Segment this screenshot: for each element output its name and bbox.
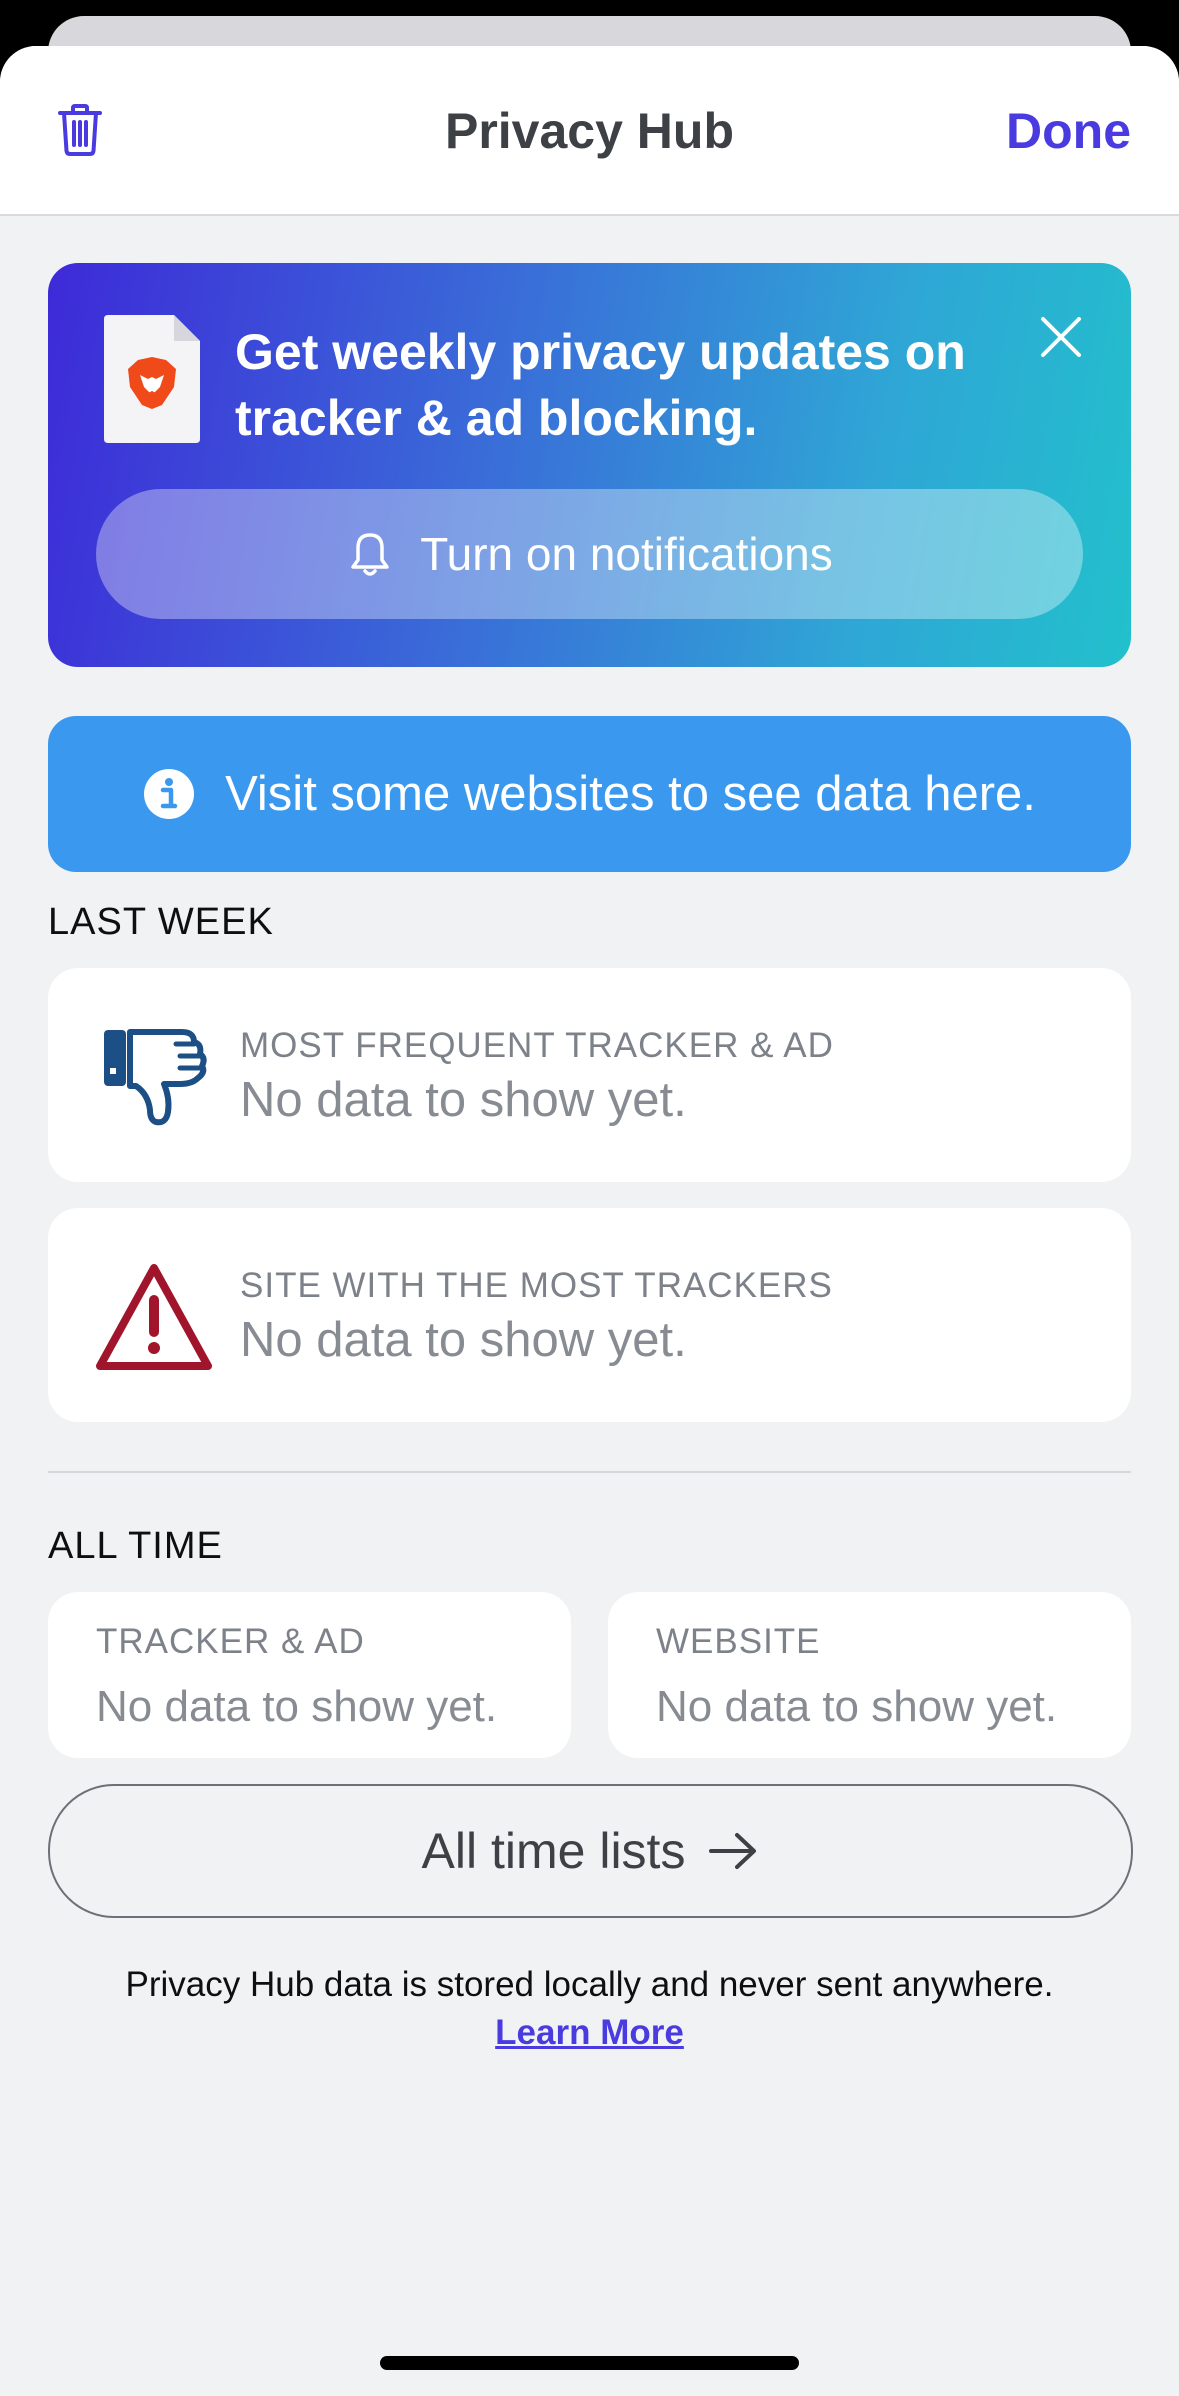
info-icon bbox=[144, 769, 195, 819]
info-banner-text: Visit some websites to see data here. bbox=[225, 767, 1036, 821]
notify-button-label: Turn on notifications bbox=[420, 528, 833, 580]
turn-on-notifications-button[interactable]: Turn on notifications bbox=[96, 489, 1083, 619]
brave-document-icon bbox=[104, 315, 200, 443]
stat-value: No data to show yet. bbox=[240, 1313, 687, 1367]
arrow-right-icon bbox=[709, 1833, 757, 1869]
page-title: Privacy Hub bbox=[444, 103, 734, 159]
info-banner: Visit some websites to see data here. bbox=[48, 716, 1131, 872]
header-bar: Privacy Hub Done bbox=[0, 46, 1179, 216]
footer-note: Privacy Hub data is stored locally and n… bbox=[125, 1965, 1054, 2004]
bell-icon bbox=[351, 533, 389, 576]
promo-text: Get weekly privacy updates on tracker & … bbox=[235, 324, 966, 446]
section-divider bbox=[48, 1471, 1131, 1473]
mini-card-title: TRACKER & AD bbox=[96, 1622, 365, 1661]
mini-card-value: No data to show yet. bbox=[656, 1682, 1058, 1731]
stat-value: No data to show yet. bbox=[240, 1073, 687, 1127]
site-most-trackers-card[interactable]: SITE WITH THE MOST TRACKERS No data to s… bbox=[48, 1208, 1131, 1422]
all-time-tracker-card[interactable]: TRACKER & AD No data to show yet. bbox=[48, 1592, 571, 1758]
close-icon[interactable] bbox=[1037, 313, 1085, 361]
all-time-website-card[interactable]: WEBSITE No data to show yet. bbox=[608, 1592, 1131, 1758]
privacy-hub-sheet: Privacy Hub Done Get weekly privacy upda… bbox=[0, 46, 1179, 2396]
done-button[interactable]: Done bbox=[1006, 102, 1131, 160]
all-time-heading: ALL TIME bbox=[48, 1525, 223, 1567]
warning-icon bbox=[96, 1264, 212, 1370]
stat-title: SITE WITH THE MOST TRACKERS bbox=[240, 1266, 833, 1305]
most-frequent-tracker-card[interactable]: MOST FREQUENT TRACKER & AD No data to sh… bbox=[48, 968, 1131, 1182]
last-week-heading: LAST WEEK bbox=[48, 901, 274, 943]
all-time-lists-label: All time lists bbox=[421, 1823, 686, 1879]
mini-card-value: No data to show yet. bbox=[96, 1682, 498, 1731]
learn-more-link[interactable]: Learn More bbox=[0, 2013, 1179, 2053]
thumbs-down-icon bbox=[104, 1029, 207, 1126]
stat-title: MOST FREQUENT TRACKER & AD bbox=[240, 1026, 834, 1065]
mini-card-title: WEBSITE bbox=[656, 1622, 821, 1661]
home-indicator bbox=[380, 2356, 799, 2370]
notification-promo-card: Get weekly privacy updates on tracker & … bbox=[48, 263, 1131, 667]
all-time-lists-button[interactable]: All time lists bbox=[48, 1784, 1133, 1918]
